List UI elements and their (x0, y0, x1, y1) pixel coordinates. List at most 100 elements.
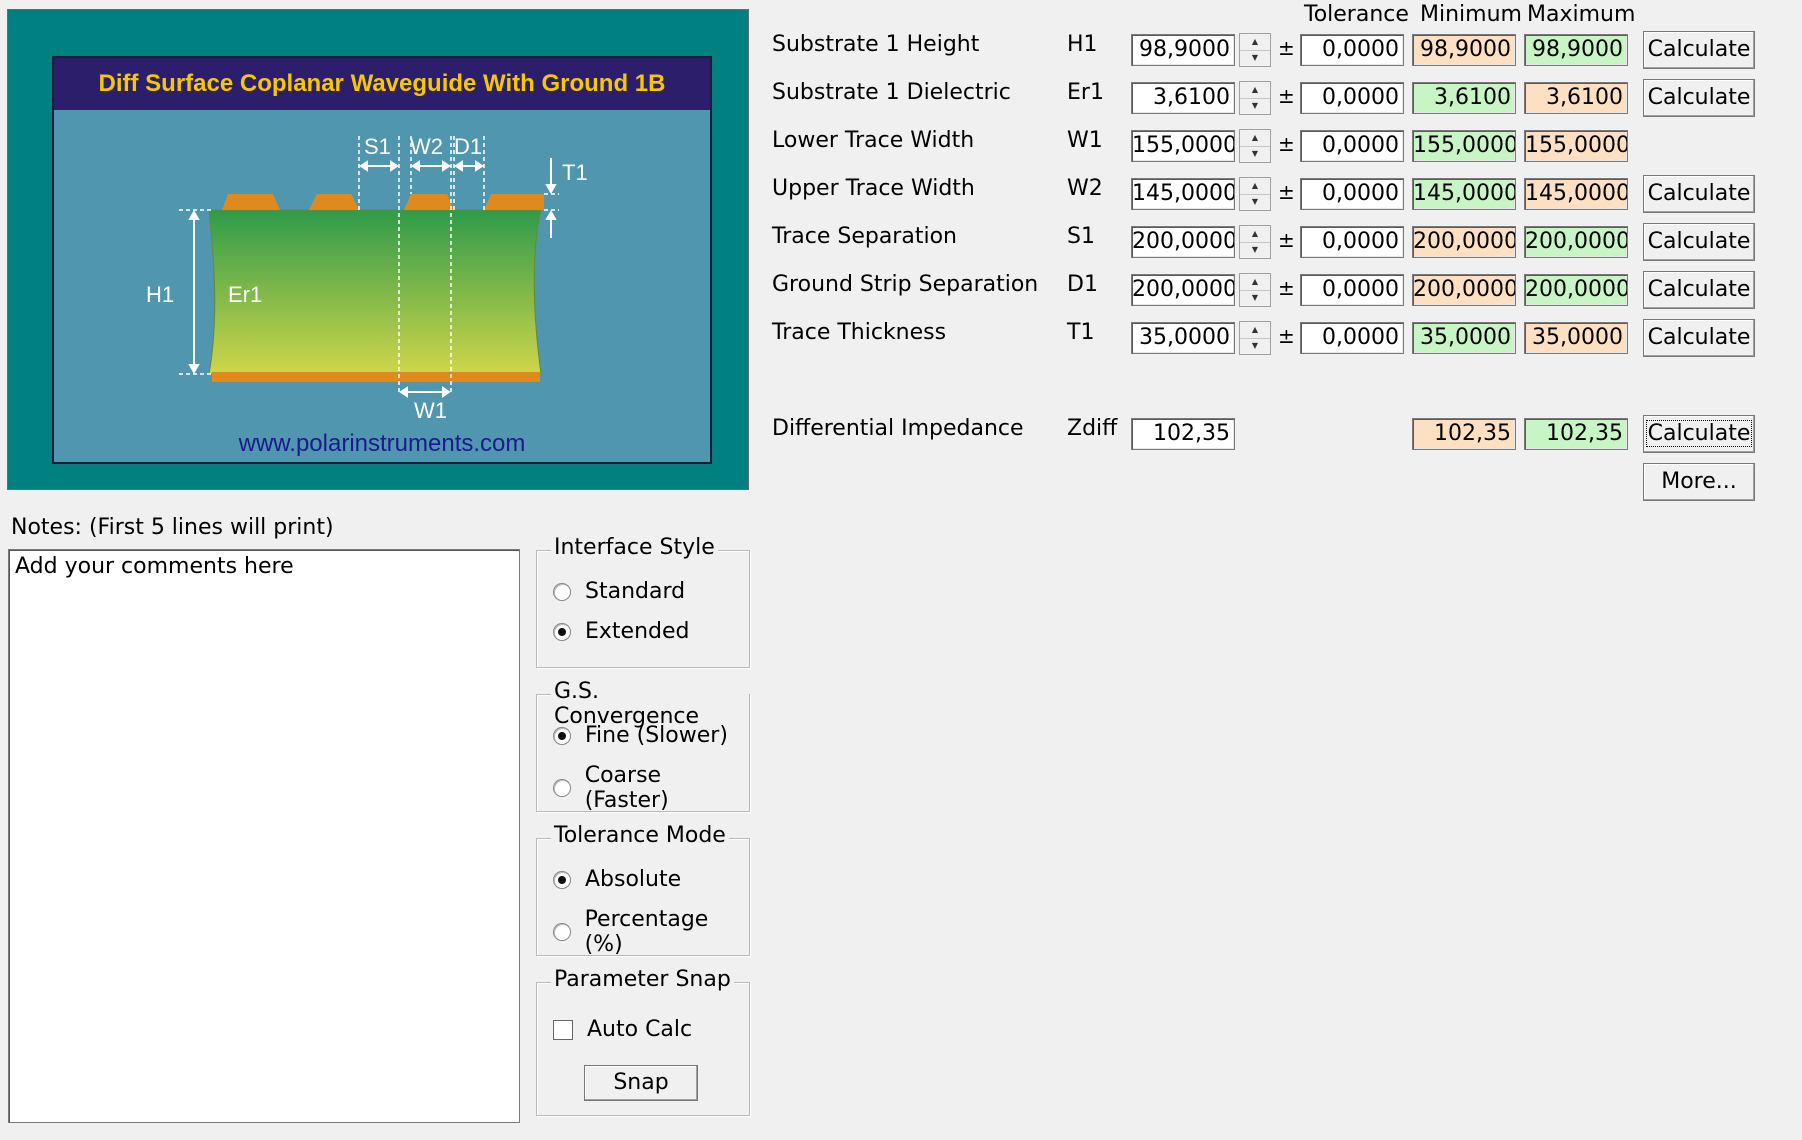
snap-button[interactable]: Snap (584, 1065, 698, 1101)
calculate-t1-button[interactable]: Calculate (1643, 319, 1755, 357)
er1-spin-up-icon[interactable]: ▲ (1240, 82, 1270, 99)
d1-spinner[interactable]: ▲ ▼ (1239, 273, 1271, 307)
w2-spin-up-icon[interactable]: ▲ (1240, 178, 1270, 195)
interface-style-title: Interface Style (551, 535, 718, 560)
t1-symbol: T1 (1067, 320, 1095, 345)
t1-tolerance-field[interactable]: 0,0000 (1300, 322, 1404, 354)
w2-tolerance-field[interactable]: 0,0000 (1300, 178, 1404, 210)
label-w2: W2 (410, 134, 443, 159)
radio-extended-label: Extended (585, 619, 690, 644)
h1-spin-up-icon[interactable]: ▲ (1240, 34, 1270, 51)
more-button[interactable]: More... (1643, 463, 1755, 501)
w1-tolerance-field[interactable]: 0,0000 (1300, 130, 1404, 162)
auto-calc-label: Auto Calc (587, 1017, 693, 1042)
d1-spin-up-icon[interactable]: ▲ (1240, 274, 1270, 291)
gs-convergence-title: G.S. Convergence (551, 679, 749, 729)
tolerance-mode-group: Tolerance Mode Absolute Percentage (%) (536, 823, 750, 957)
minimum-column-header: Minimum (1420, 2, 1522, 27)
h1-spin-down-icon[interactable]: ▼ (1240, 50, 1270, 66)
w1-spin-up-icon[interactable]: ▲ (1240, 130, 1270, 147)
er1-spin-down-icon[interactable]: ▼ (1240, 98, 1270, 114)
radio-fine[interactable]: Fine (Slower) (553, 723, 728, 748)
h1-value-field[interactable]: 98,9000 (1131, 34, 1235, 66)
h1-label: Substrate 1 Height (772, 32, 980, 57)
radio-fine-dot[interactable] (553, 726, 571, 745)
w1-spin-down-icon[interactable]: ▼ (1240, 146, 1270, 162)
auto-calc-checkbox-row[interactable]: Auto Calc (553, 1017, 692, 1042)
t1-min-field: 35,0000 (1412, 322, 1516, 354)
diagram-title: Diff Surface Coplanar Waveguide With Gro… (54, 58, 710, 110)
notes-label: Notes: (First 5 lines will print) (11, 515, 334, 540)
radio-absolute-dot[interactable] (553, 870, 571, 889)
s1-symbol: S1 (1067, 224, 1095, 249)
radio-coarse-dot[interactable] (553, 779, 571, 797)
label-er1: Er1 (228, 282, 262, 307)
interface-style-group: Interface Style Standard Extended (536, 535, 750, 668)
er1-spinner[interactable]: ▲ ▼ (1239, 81, 1271, 115)
s1-spin-down-icon[interactable]: ▼ (1240, 242, 1270, 258)
er1-label: Substrate 1 Dielectric (772, 80, 1011, 105)
d1-value-field[interactable]: 200,0000 (1131, 274, 1235, 306)
trace-left (309, 194, 359, 210)
radio-extended-dot[interactable] (553, 622, 571, 641)
calculate-w2-button[interactable]: Calculate (1643, 175, 1755, 213)
w2-spin-down-icon[interactable]: ▼ (1240, 194, 1270, 210)
radio-absolute-label: Absolute (585, 867, 682, 892)
h1-spinner[interactable]: ▲ ▼ (1239, 33, 1271, 67)
diagram-image: S1 W2 D1 T1 H1 Er1 W1 www.polarinstrumen… (52, 56, 712, 464)
auto-calc-checkbox[interactable] (553, 1019, 573, 1040)
radio-coarse-label: Coarse (Faster) (584, 763, 669, 813)
d1-tolerance-field[interactable]: 0,0000 (1300, 274, 1404, 306)
w1-spinner[interactable]: ▲ ▼ (1239, 129, 1271, 163)
er1-value-field[interactable]: 3,6100 (1131, 82, 1235, 114)
impedance-symbol: Zdiff (1067, 416, 1118, 441)
radio-standard-label: Standard (585, 579, 686, 604)
radio-coarse[interactable]: Coarse (Faster) (553, 763, 749, 813)
s1-min-field: 200,0000 (1412, 226, 1516, 258)
w2-value-field[interactable]: 145,0000 (1131, 178, 1235, 210)
calculate-d1-button[interactable]: Calculate (1643, 271, 1755, 309)
d1-spin-down-icon[interactable]: ▼ (1240, 290, 1270, 306)
radio-extended[interactable]: Extended (553, 619, 690, 644)
s1-spin-up-icon[interactable]: ▲ (1240, 226, 1270, 243)
s1-tolerance-field[interactable]: 0,0000 (1300, 226, 1404, 258)
label-s1: S1 (364, 134, 391, 159)
diagram-panel: S1 W2 D1 T1 H1 Er1 W1 www.polarinstrumen… (7, 9, 749, 490)
t1-spin-down-icon[interactable]: ▼ (1240, 338, 1270, 354)
s1-value-field[interactable]: 200,0000 (1131, 226, 1235, 258)
radio-absolute[interactable]: Absolute (553, 867, 681, 892)
ground-strip-left (222, 194, 280, 210)
d1-plus-minus: ± (1278, 276, 1295, 300)
t1-plus-minus: ± (1278, 324, 1295, 348)
w1-value-field[interactable]: 155,0000 (1131, 130, 1235, 162)
s1-label: Trace Separation (772, 224, 957, 249)
waveguide-diagram: S1 W2 D1 T1 H1 Er1 W1 www.polarinstrumen… (146, 134, 588, 457)
calculate-h1-button[interactable]: Calculate (1643, 31, 1755, 69)
label-d1: D1 (454, 134, 482, 159)
radio-standard-dot[interactable] (553, 582, 571, 601)
diagram-url: www.polarinstruments.com (238, 430, 526, 457)
d1-label: Ground Strip Separation (772, 272, 1039, 297)
s1-spinner[interactable]: ▲ ▼ (1239, 225, 1271, 259)
d1-min-field: 200,0000 (1412, 274, 1516, 306)
t1-spinner[interactable]: ▲ ▼ (1239, 321, 1271, 355)
tolerance-mode-title: Tolerance Mode (551, 823, 729, 848)
t1-label: Trace Thickness (772, 320, 947, 345)
tolerance-column-header: Tolerance (1304, 2, 1409, 27)
impedance-value-field[interactable]: 102,35 (1131, 418, 1235, 450)
radio-standard[interactable]: Standard (553, 579, 685, 604)
w2-spinner[interactable]: ▲ ▼ (1239, 177, 1271, 211)
calculate-impedance-button[interactable]: Calculate (1643, 415, 1755, 453)
t1-value-field[interactable]: 35,0000 (1131, 322, 1235, 354)
er1-tolerance-field[interactable]: 0,0000 (1300, 82, 1404, 114)
radio-percentage-dot[interactable] (553, 923, 571, 941)
calculate-er1-button[interactable]: Calculate (1643, 79, 1755, 117)
h1-tolerance-field[interactable]: 0,0000 (1300, 34, 1404, 66)
gs-convergence-group: G.S. Convergence Fine (Slower) Coarse (F… (536, 679, 750, 813)
parameter-snap-group: Parameter Snap Auto Calc Snap (536, 967, 750, 1116)
calculate-s1-button[interactable]: Calculate (1643, 223, 1755, 261)
notes-textarea[interactable]: Add your comments here (8, 549, 520, 1123)
t1-spin-up-icon[interactable]: ▲ (1240, 322, 1270, 339)
radio-percentage[interactable]: Percentage (%) (553, 907, 749, 957)
w2-label: Upper Trace Width (772, 176, 975, 201)
